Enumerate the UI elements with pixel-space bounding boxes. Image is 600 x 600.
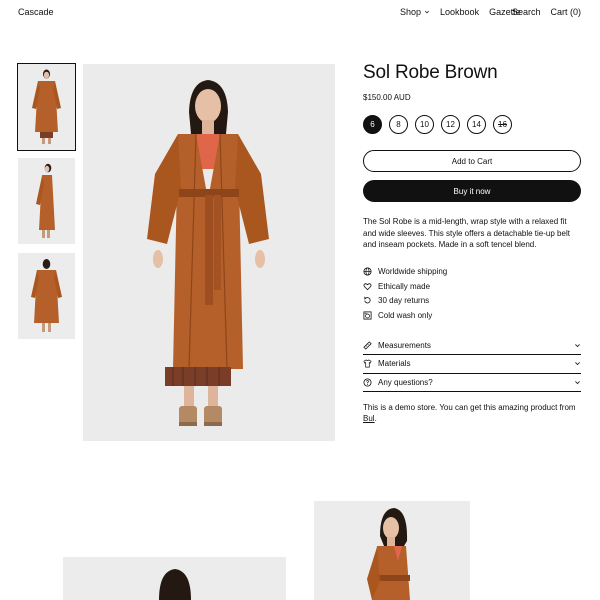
thumbnail-front[interactable] [17,63,76,151]
demo-store-note: This is a demo store. You can get this a… [363,402,581,424]
thumbnail-side[interactable] [18,158,75,244]
model-back-closeup-image [63,557,286,600]
chevron-down-icon [424,10,430,14]
model-side-closeup-image [314,501,470,600]
bul-link[interactable]: Bul [363,414,375,423]
size-selector: 6 8 10 12 14 16 [363,115,581,134]
cart-link[interactable]: Cart (0) [550,7,581,17]
shirt-icon [363,359,372,368]
utility-nav: Search Cart (0) [512,7,581,17]
model-side-thumb-image [18,158,75,244]
feature-label: Cold wash only [378,310,433,320]
nav-shop-label: Shop [400,7,422,17]
accordion-materials[interactable]: Materials [363,355,581,374]
feature-item: Ethically made [363,279,581,294]
size-option[interactable]: 8 [389,115,408,134]
feature-item: Cold wash only [363,308,581,323]
gallery-image-side[interactable] [314,501,470,600]
product-price: $150.00 AUD [363,93,411,102]
product-title: Sol Robe Brown [363,62,498,83]
thumbnail-back[interactable] [18,253,75,339]
chevron-down-icon [575,343,580,347]
main-product-image[interactable] [83,64,335,441]
brand-logo[interactable]: Cascade [18,7,54,17]
accordion-measurements[interactable]: Measurements [363,337,581,355]
wash-icon [363,311,372,320]
accordion-label: Any questions? [378,377,433,387]
nav-lookbook[interactable]: Lookbook [440,7,479,17]
note-text: This is a demo store. You can get this a… [363,403,576,412]
return-icon [363,296,371,304]
chevron-down-icon [575,362,580,366]
add-to-cart-button[interactable]: Add to Cart [363,150,581,172]
feature-item: Worldwide shipping [363,265,581,280]
feature-label: Ethically made [378,281,431,291]
question-icon [363,378,372,387]
accordion-questions[interactable]: Any questions? [363,374,581,392]
site-header: Cascade Shop Lookbook Gazette Search Car… [0,0,600,26]
product-accordion: Measurements Materials Any questions? [363,337,581,392]
search-link[interactable]: Search [512,7,541,17]
size-option-soldout[interactable]: 16 [493,115,512,134]
model-back-thumb-image [18,253,75,339]
nav-shop[interactable]: Shop [400,7,430,17]
size-option[interactable]: 12 [441,115,460,134]
model-front-image [83,64,335,441]
product-description: The Sol Robe is a mid-length, wrap style… [363,217,570,249]
accordion-label: Measurements [378,340,431,350]
feature-item: 30 day returns [363,294,581,309]
ruler-icon [363,341,372,350]
feature-list: Worldwide shipping Ethically made 30 day… [363,265,581,323]
note-end: . [374,414,377,423]
gallery-image-back[interactable] [63,557,286,600]
size-option[interactable]: 6 [363,115,382,134]
product-info: Sol Robe Brown $150.00 AUD 6 8 10 12 14 … [363,62,581,424]
model-front-thumb-image [18,64,75,150]
chevron-down-icon [575,380,580,384]
size-option[interactable]: 10 [415,115,434,134]
buy-now-button[interactable]: Buy it now [363,180,581,202]
globe-icon [363,267,372,276]
heart-icon [363,283,372,290]
feature-label: Worldwide shipping [378,267,448,277]
size-option[interactable]: 14 [467,115,486,134]
main-nav: Shop Lookbook Gazette [400,7,521,17]
accordion-label: Materials [378,359,411,369]
feature-label: 30 day returns [378,296,430,306]
